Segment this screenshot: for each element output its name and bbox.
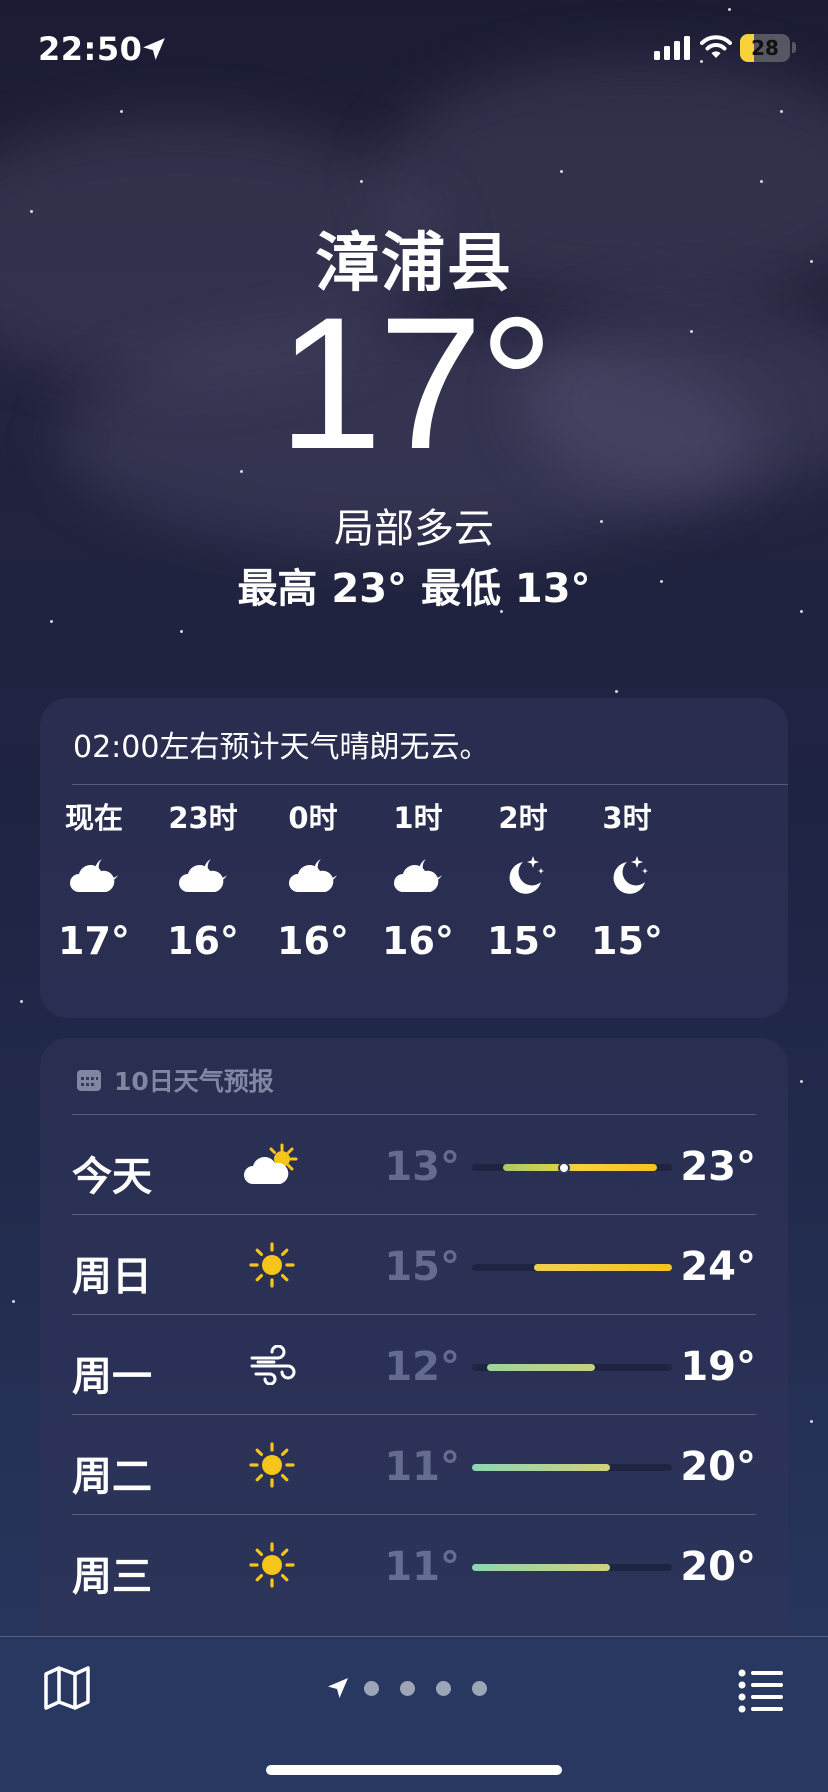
hourly-item: 2时 15° [468,798,578,968]
temperature-range-bar [472,1564,672,1571]
temperature-range-bar [472,1264,672,1271]
wind-icon [242,1340,302,1390]
day-name: 周日 [72,1254,152,1300]
day-name: 周二 [72,1454,152,1500]
cloud-moon-icon [258,838,368,914]
sun-icon [242,1540,302,1590]
hour-temperature: 15° [487,919,559,963]
daily-row[interactable]: 周一 12° 19° [72,1314,756,1414]
ten-day-forecast-card[interactable]: 10日天气预报 今天 13° 23° 周日 15° 24° 周一 12° 19° 周二 11° 20°… [40,1038,788,1698]
high-temperature: 23° [680,1144,756,1190]
hour-label: 23时 [168,801,238,835]
calendar-icon [77,1070,101,1091]
hour-label: 0时 [288,801,338,835]
temperature-range-fill [533,1264,672,1271]
low-temperature: 12° [384,1344,460,1390]
cloud-moon-icon [39,838,149,914]
battery-charging-icon: 28 [740,34,790,62]
daily-row[interactable]: 今天 13° 23° [72,1114,756,1214]
page-dot[interactable] [400,1680,415,1696]
hourly-forecast-card[interactable]: 02:00左右预计天气晴朗无云。 现在 17° 23时 16° 0时 16° 1时 16° 2时… [40,698,788,1018]
map-icon[interactable] [42,1663,92,1713]
hour-label: 3时 [602,801,652,835]
hour-temperature: 16° [382,919,454,963]
page-indicator[interactable] [326,1675,508,1701]
low-temperature: 15° [384,1244,460,1290]
wifi-icon [700,35,732,58]
list-icon[interactable] [736,1663,786,1713]
hour-temperature: 16° [167,919,239,963]
current-temp-dot [558,1161,571,1174]
home-indicator[interactable] [266,1765,562,1775]
battery-percent: 28 [751,36,779,60]
moon-stars-icon [468,838,578,914]
page-dot[interactable] [364,1680,379,1696]
current-temperature: 17° [277,278,554,488]
day-name: 周一 [72,1354,152,1400]
sun-icon [242,1440,302,1490]
signal-icon [654,36,690,60]
high-low-temperature: 最高 23° 最低 13° [237,566,591,612]
temperature-range-fill [487,1364,596,1371]
cloud-moon-icon [363,838,473,914]
hour-temperature: 15° [591,919,663,963]
day-name: 周三 [72,1554,152,1600]
hourly-item: 现在 17° [39,798,149,968]
hour-label: 现在 [64,801,123,835]
hourly-item: 1时 16° [363,798,473,968]
temperature-range-bar [472,1464,672,1471]
low-temperature: 13° [384,1144,460,1190]
ten-day-title: 10日天气预报 [114,1067,274,1096]
high-temperature: 20° [680,1544,756,1590]
hour-label: 1时 [393,801,443,835]
current-location-page-icon[interactable] [326,1676,350,1700]
cloud-moon-icon [148,838,258,914]
daily-row[interactable]: 周日 15° 24° [72,1214,756,1314]
low-temperature: 11° [384,1444,460,1490]
moon-stars-icon [572,838,682,914]
page-dot[interactable] [472,1680,487,1696]
page-dot[interactable] [436,1680,451,1696]
daily-row[interactable]: 周三 11° 20° [72,1514,756,1614]
cloud-sun-icon [242,1140,302,1190]
hourly-summary: 02:00左右预计天气晴朗无云。 [73,730,490,765]
status-time: 22:50 [38,30,143,68]
hour-temperature: 16° [277,919,349,963]
hour-label: 2时 [498,801,548,835]
high-temperature: 24° [680,1244,756,1290]
sun-icon [242,1240,302,1290]
hour-temperature: 17° [58,919,130,963]
hourly-item: 23时 16° [148,798,258,968]
temperature-range-fill [502,1164,657,1171]
hourly-item: 0时 16° [258,798,368,968]
status-bar: 22:50 28 [0,0,828,100]
temperature-range-bar [472,1364,672,1371]
ten-day-header: 10日天气预报 [76,1062,274,1098]
temperature-range-bar [472,1161,672,1174]
temperature-range-fill [472,1564,611,1571]
high-temperature: 19° [680,1344,756,1390]
day-name: 今天 [72,1154,152,1200]
temperature-range-fill [472,1464,611,1471]
location-arrow-icon [143,38,165,60]
hourly-item: 3时 15° [572,798,682,968]
daily-row[interactable]: 周二 11° 20° [72,1414,756,1514]
high-temperature: 20° [680,1444,756,1490]
low-temperature: 11° [384,1544,460,1590]
current-condition: 局部多云 [334,506,494,552]
